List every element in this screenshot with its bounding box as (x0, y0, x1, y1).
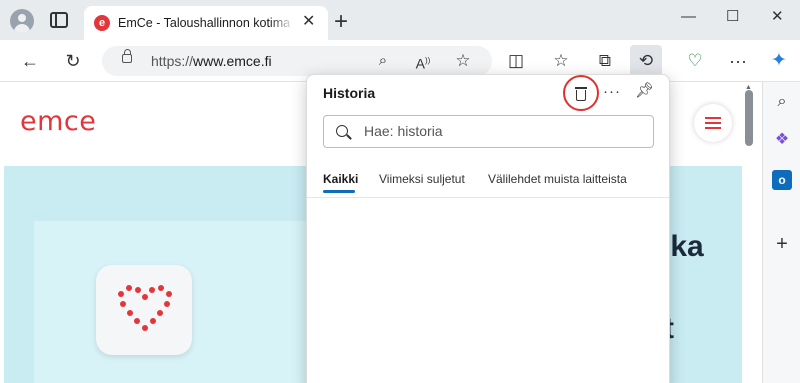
url-text[interactable]: https://www.emce.fi (151, 53, 272, 69)
back-arrow-icon[interactable]: ← (19, 50, 41, 72)
settings-more-icon[interactable]: ··· (727, 50, 749, 72)
read-aloud-icon[interactable]: A)) (412, 50, 434, 75)
split-screen-icon[interactable]: ◫ (505, 50, 527, 72)
search-icon[interactable]: ⌕ (772, 92, 792, 112)
copilot-icon[interactable]: ✦ (768, 50, 790, 72)
heart-device-illustration (96, 265, 192, 355)
refresh-icon[interactable]: ↻ (62, 50, 84, 72)
tab-all[interactable]: Kaikki (323, 172, 358, 186)
history-search-box[interactable] (323, 115, 654, 148)
tab-strip: e EmCe - Taloushallinnon kotimainen ✕ + … (0, 0, 800, 40)
trash-body (576, 90, 586, 101)
profile-avatar-icon[interactable] (10, 9, 34, 33)
maximize-button[interactable]: ☐ (726, 8, 739, 26)
history-search-input[interactable] (364, 123, 644, 139)
browser-essentials-icon[interactable]: ♡ (684, 50, 706, 72)
outlook-icon[interactable]: o (772, 170, 792, 190)
edge-sidebar: ⌕ ❖ o + (762, 82, 800, 383)
address-bar[interactable]: https://www.emce.fi ⌕ A)) ☆ (102, 46, 492, 76)
history-panel: Historia ··· 📌︎ Kaikki Viimeksi suljetut… (306, 74, 670, 383)
emce-favicon-icon: e (94, 15, 110, 31)
tab-recently-closed[interactable]: Viimeksi suljetut (379, 172, 465, 186)
panel-divider (307, 197, 669, 198)
close-window-button[interactable]: ✕ (771, 8, 784, 26)
tab-actions-icon[interactable] (50, 12, 68, 28)
tab-title-fade (270, 12, 294, 34)
lock-icon[interactable] (122, 49, 132, 63)
more-options-icon[interactable]: ··· (603, 83, 621, 101)
favorite-star-icon[interactable]: ☆ (452, 50, 474, 72)
copilot-sidebar-icon[interactable]: ❖ (772, 130, 792, 150)
tab-other-devices[interactable]: Välilehdet muista laitteista (488, 172, 627, 186)
history-icon: ⟲ (638, 51, 654, 70)
tab-title: EmCe - Taloushallinnon kotimainen (118, 16, 290, 30)
active-tab-indicator (323, 190, 355, 193)
zoom-icon[interactable]: ⌕ (372, 50, 394, 72)
add-sidebar-app-icon[interactable]: + (772, 234, 792, 254)
browser-tab-emce[interactable]: e EmCe - Taloushallinnon kotimainen ✕ (84, 6, 328, 40)
emce-logo[interactable]: emce (20, 106, 96, 137)
minimize-button[interactable]: — (681, 8, 696, 26)
search-icon (336, 125, 348, 137)
favorites-icon[interactable]: ☆ (550, 50, 572, 72)
trash-icon (575, 87, 587, 89)
history-button[interactable]: ⟲ (630, 45, 662, 77)
pin-icon[interactable]: 📌︎ (635, 81, 654, 99)
hamburger-menu-button[interactable] (694, 104, 732, 142)
new-tab-button[interactable]: + (334, 10, 348, 34)
close-tab-icon[interactable]: ✕ (302, 13, 315, 31)
history-panel-title: Historia (323, 85, 376, 101)
collections-icon[interactable]: ⧉ (594, 50, 616, 72)
delete-history-button[interactable] (563, 75, 599, 111)
page-scrollbar-thumb[interactable] (745, 90, 753, 146)
